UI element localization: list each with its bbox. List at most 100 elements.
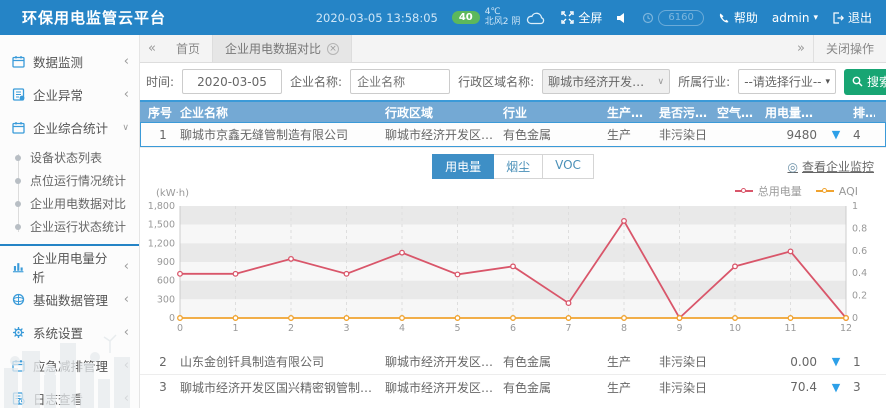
expand-triangle-icon[interactable]: ▼ (823, 381, 849, 394)
chevron-left-icon: ‹ (124, 391, 129, 406)
industry-label: 所属行业: (678, 73, 730, 90)
notice-widget[interactable]: 6160 (642, 10, 703, 26)
aqi-badge: 40 (452, 11, 480, 24)
view-monitor-link[interactable]: ◎ 查看企业监控 (788, 158, 875, 175)
sidebar-item-device-status[interactable]: 设备状态列表 (0, 146, 139, 169)
table-row[interactable]: 1 聊城市京鑫无缝管制造有限公司 聊城市经济开发区环保局分局 有色金属 生产 非… (140, 122, 886, 147)
speaker-icon[interactable] (616, 12, 628, 24)
time-label: 时间: (146, 73, 174, 90)
tabs-scroll-right-icon[interactable]: » (789, 35, 813, 62)
svg-text:900: 900 (157, 257, 175, 268)
table-row[interactable]: 3 聊城市经济开发区国兴精密钢管制造有限公司 聊城市经济开发区环保局分局 有色金… (140, 374, 886, 399)
bullet-icon (15, 178, 21, 184)
svg-text:2: 2 (288, 323, 294, 334)
svg-text:300: 300 (157, 294, 175, 305)
expand-triangle-icon[interactable]: ▼ (823, 355, 849, 368)
time-input[interactable] (182, 69, 282, 94)
tab-power[interactable]: 用电量 (432, 154, 494, 179)
svg-text:0.2: 0.2 (852, 291, 867, 302)
calendar-icon (12, 121, 25, 134)
line-chart[interactable]: 03006009001,2001,5001,80000.20.40.60.810… (148, 201, 878, 349)
legend-item-aqi[interactable]: AQI (816, 185, 858, 198)
rank-value: 4 (849, 128, 875, 142)
bar-chart-icon (12, 260, 24, 273)
tab-home[interactable]: 首页 (164, 35, 212, 62)
sidebar-item-point-running[interactable]: 点位运行情况统计 (0, 169, 139, 192)
sidebar-item-running-status[interactable]: 企业运行状态统计 (0, 215, 139, 238)
chevron-left-icon: ‹ (124, 87, 129, 102)
app: 环保用电监管云平台 2020-03-05 13:58:05 40 4℃ 北风2 … (0, 0, 886, 408)
fullscreen-button[interactable]: 全屏 (561, 9, 602, 26)
app-header: 环保用电监管云平台 2020-03-05 13:58:05 40 4℃ 北风2 … (0, 0, 886, 35)
sidebar-item-power-analysis[interactable]: 企业用电量分析‹ (0, 250, 139, 283)
expand-triangle-icon[interactable]: ▼ (823, 128, 849, 141)
chevron-down-icon: ▾ (813, 13, 818, 23)
sidebar: 数据监测‹ 企业异常‹ 企业综合统计∨ 设备状态列表 点位运行情况统计 企业用电… (0, 35, 140, 408)
sidebar-item-system-settings[interactable]: 系统设置‹ (0, 316, 139, 349)
user-menu[interactable]: admin ▾ (772, 11, 818, 25)
svg-text:1,200: 1,200 (148, 238, 175, 249)
weather-wind: 北风2 阴 (485, 18, 521, 28)
chart-block: 用电量 烟尘 VOC ◎ 查看企业监控 (kW·h) 总用电量 (140, 147, 886, 349)
sidebar-item-company-statistics[interactable]: 企业综合统计∨ (0, 111, 139, 144)
company-name: 聊城市京鑫无缝管制造有限公司 (180, 126, 385, 143)
chart-legend: 总用电量 AQI (735, 183, 858, 199)
filter-panel: 时间: 企业名称: 行政区域名称: 聊城市经济开发区环保局分局 ∨ 所属行业: … (140, 63, 886, 100)
file-alert-icon (12, 88, 25, 101)
search-button[interactable]: 搜索 (844, 69, 886, 95)
svg-text:1,800: 1,800 (148, 201, 175, 212)
tab-voc[interactable]: VOC (543, 154, 594, 179)
table-row[interactable]: 2 山东金创钎具制造有限公司 聊城市经济开发区环保局分局 有色金属 生产 非污染… (140, 349, 886, 374)
help-button[interactable]: 帮助 (718, 9, 758, 26)
datetime: 2020-03-05 13:58:05 (316, 11, 438, 25)
alarm-icon (642, 12, 654, 24)
sidebar-item-emergency[interactable]: 应急减排管理‹ (0, 349, 139, 382)
search-icon (852, 76, 863, 87)
sidebar-item-power-compare[interactable]: 企业用电数据对比 (0, 192, 139, 215)
svg-text:8: 8 (621, 323, 627, 334)
svg-text:12: 12 (840, 323, 852, 334)
svg-text:10: 10 (729, 323, 741, 334)
notice-count: 6160 (658, 10, 703, 26)
close-icon[interactable]: × (327, 43, 339, 55)
header-toolbar: 2020-03-05 13:58:05 40 4℃ 北风2 阴 全屏 6160 (316, 8, 886, 28)
logout-button[interactable]: 退出 (832, 9, 872, 26)
svg-text:0: 0 (177, 323, 183, 334)
tabs-scroll-left-icon[interactable]: « (140, 35, 164, 62)
region-label: 行政区域名称: (458, 73, 534, 90)
calendar-icon (12, 359, 25, 372)
chevron-down-icon: ▾ (822, 77, 831, 87)
chevron-left-icon: ‹ (124, 325, 129, 340)
sidebar-submenu: 设备状态列表 点位运行情况统计 企业用电数据对比 企业运行状态统计 (0, 144, 139, 246)
legend-item-power[interactable]: 总用电量 (735, 183, 802, 199)
table-header-row: 序号 企业名称 行政区域 行业 生产状态 是否污染日 空气质量 用电量(kWh)… (140, 102, 886, 122)
industry-select[interactable]: --请选择行业-- ▾ (738, 69, 836, 94)
rank-value: 1 (849, 355, 875, 369)
sidebar-item-data-monitor[interactable]: 数据监测‹ (0, 45, 139, 78)
chevron-left-icon: ‹ (124, 358, 129, 373)
company-name-input[interactable] (350, 69, 450, 94)
svg-text:6: 6 (510, 323, 516, 334)
close-operations-button[interactable]: 关闭操作 (813, 35, 886, 62)
log-icon (12, 392, 25, 405)
tab-smoke[interactable]: 烟尘 (494, 154, 543, 179)
svg-text:0.8: 0.8 (852, 223, 867, 234)
svg-text:1: 1 (232, 323, 238, 334)
svg-text:0.6: 0.6 (852, 246, 867, 257)
username: admin (772, 11, 810, 25)
sidebar-item-log-view[interactable]: 日志查看‹ (0, 382, 139, 408)
region-select[interactable]: 聊城市经济开发区环保局分局 ∨ (542, 69, 670, 94)
monitor-icon: ◎ (788, 160, 798, 174)
tab-power-compare[interactable]: 企业用电数据对比 × (212, 35, 352, 62)
bullet-icon (15, 224, 21, 230)
calendar-icon (12, 55, 25, 68)
app-title: 环保用电监管云平台 (0, 7, 240, 28)
svg-text:1,500: 1,500 (148, 220, 175, 231)
rank-value: 3 (849, 380, 875, 394)
gear-icon (12, 326, 25, 339)
bullet-icon (15, 201, 21, 207)
sidebar-item-company-abnormal[interactable]: 企业异常‹ (0, 78, 139, 111)
sidebar-item-basic-data[interactable]: 基础数据管理‹ (0, 283, 139, 316)
cloud-icon (525, 10, 547, 26)
fullscreen-icon (561, 11, 574, 24)
